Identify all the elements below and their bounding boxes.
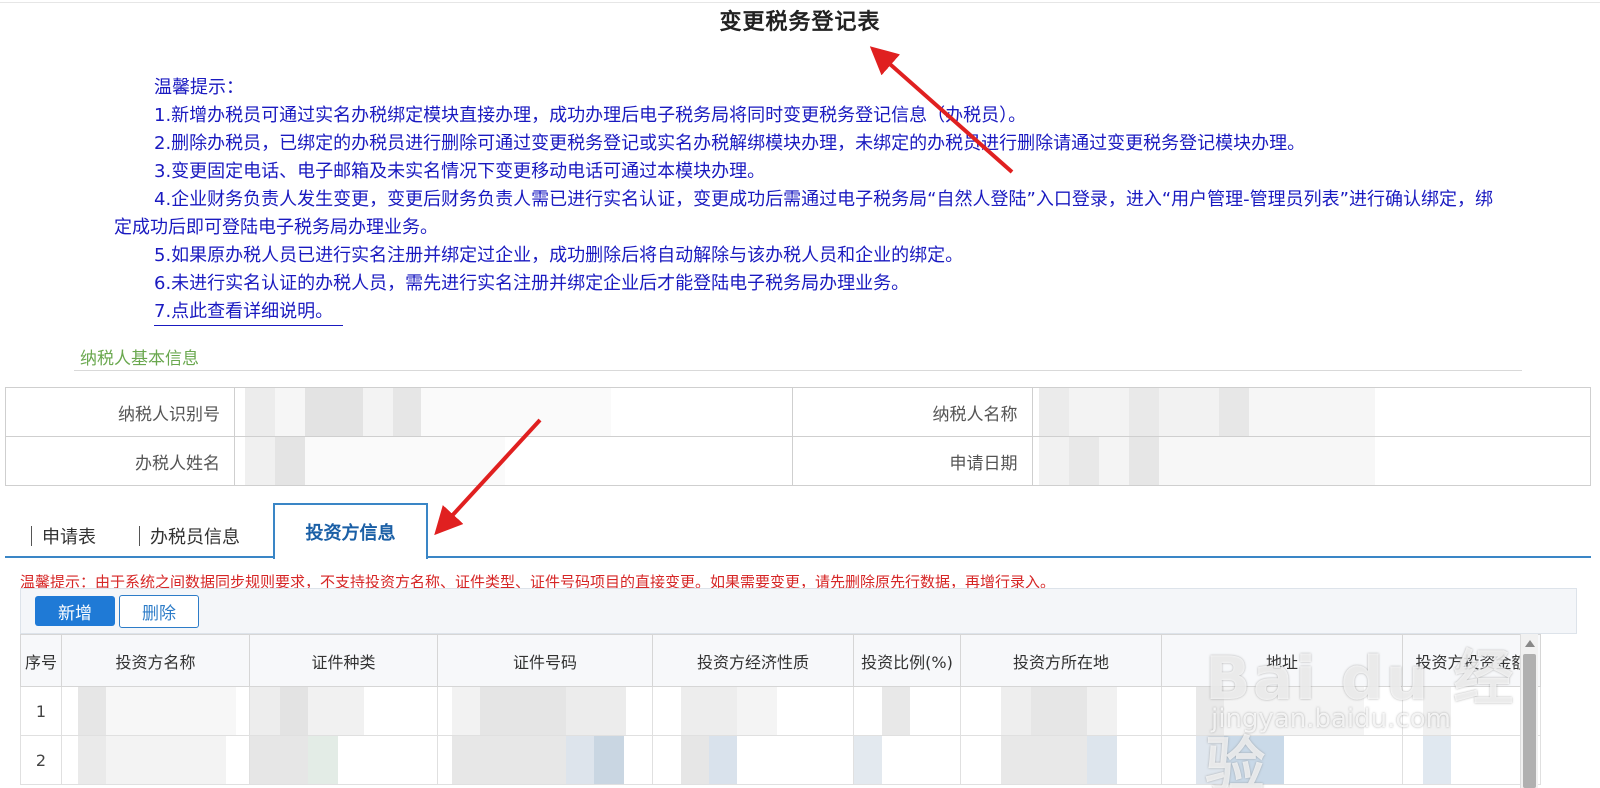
cell-investor-name[interactable] xyxy=(61,686,250,736)
section-divider xyxy=(74,370,1522,371)
top-divider xyxy=(0,2,1600,3)
tip-item-2: 2.删除办税员，已绑定的办税员进行删除可通过变更税务登记或实名办税解绑模块办理，… xyxy=(154,133,1306,154)
col-header-ratio[interactable]: 投资比例(%) xyxy=(853,634,961,687)
tip-item-5: 5.如果原办税人员已进行实名注册并绑定过企业，成功删除后将自动解除与该办税人员和… xyxy=(154,245,964,266)
tips-panel: 温馨提示： 1.新增办税员可通过实名办税绑定模块直接办理，成功办理后电子税务局将… xyxy=(114,74,1494,326)
tip-item-1: 1.新增办税员可通过实名办税绑定模块直接办理，成功办理后电子税务局将同时变更税务… xyxy=(154,105,1027,126)
watermark-url: jingyan.baidu.com xyxy=(1211,704,1451,734)
col-header-id-number[interactable]: 证件号码 xyxy=(437,634,653,687)
col-header-economic-nature[interactable]: 投资方经济性质 xyxy=(652,634,854,687)
cell-economic-nature[interactable] xyxy=(652,686,854,736)
col-header-location[interactable]: 投资方所在地 xyxy=(960,634,1162,687)
taxpayer-id-value xyxy=(233,387,794,437)
add-row-button[interactable]: 新增 xyxy=(35,596,115,626)
page-title: 变更税务登记表 xyxy=(719,10,881,35)
cell-economic-nature[interactable] xyxy=(652,735,854,785)
info-row: 办税人姓名 申请日期 xyxy=(5,436,1591,486)
cell-investor-name[interactable] xyxy=(61,735,250,785)
tips-heading: 温馨提示： xyxy=(154,77,244,98)
handler-name-value xyxy=(233,436,794,486)
col-header-id-type[interactable]: 证件种类 xyxy=(249,634,438,687)
delete-row-button[interactable]: 删除 xyxy=(119,595,199,628)
cell-id-type[interactable] xyxy=(249,735,438,785)
watermark: Bai du 经验 jingyan.baidu.com xyxy=(1205,600,1545,788)
row-index: 2 xyxy=(20,735,62,785)
row-index: 1 xyxy=(20,686,62,736)
tip-item-6: 6.未进行实名认证的办税人员，需先进行实名注册并绑定企业后才能登陆电子税务局办理… xyxy=(154,273,910,294)
apply-date-label: 申请日期 xyxy=(792,436,1033,486)
col-header-index[interactable]: 序号 xyxy=(20,634,62,687)
details-link[interactable]: 7.点此查看详细说明。 xyxy=(154,299,344,326)
tab-bar: 申请表 办税员信息 投资方信息 xyxy=(5,503,1591,559)
handler-name-label: 办税人姓名 xyxy=(5,436,235,486)
tip-item-3: 3.变更固定电话、电子邮箱及未实名情况下变更移动电话可通过本模块办理。 xyxy=(154,161,766,182)
tip-item-4: 4.企业财务负责人发生变更，变更后财务负责人需已进行实名认证，变更成功后需通过电… xyxy=(114,189,1493,238)
cell-id-number[interactable] xyxy=(437,686,653,736)
cell-id-type[interactable] xyxy=(249,686,438,736)
cell-id-number[interactable] xyxy=(437,735,653,785)
cell-location[interactable] xyxy=(960,735,1162,785)
cell-location[interactable] xyxy=(960,686,1162,736)
taxpayer-name-label: 纳税人名称 xyxy=(792,387,1033,437)
taxpayer-id-label: 纳税人识别号 xyxy=(5,387,235,437)
basic-info-table: 纳税人识别号 纳税人名称 办税人姓名 申请日期 xyxy=(5,387,1591,486)
tab-tax-officer[interactable]: 办税员信息 xyxy=(139,523,240,549)
cell-ratio[interactable] xyxy=(853,686,961,736)
apply-date-value xyxy=(1031,436,1591,486)
col-header-investor-name[interactable]: 投资方名称 xyxy=(61,634,250,687)
section-title-basic-info: 纳税人基本信息 xyxy=(80,349,199,369)
tab-investor[interactable]: 投资方信息 xyxy=(273,503,428,559)
info-row: 纳税人识别号 纳税人名称 xyxy=(5,387,1591,437)
taxpayer-name-value xyxy=(1031,387,1591,437)
cell-ratio[interactable] xyxy=(853,735,961,785)
tab-underline xyxy=(5,556,1591,558)
tab-application[interactable]: 申请表 xyxy=(31,523,96,549)
